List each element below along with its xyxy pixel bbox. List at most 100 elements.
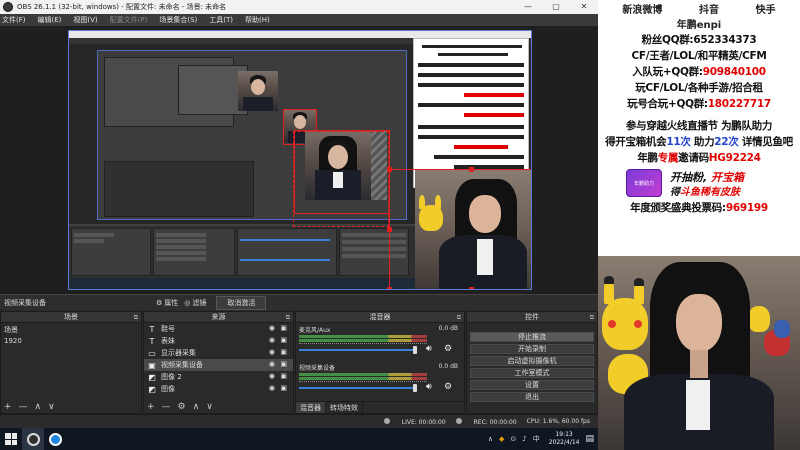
eye-icon[interactable]: ◉ [269,324,275,332]
nested-scenes-dock [71,228,151,276]
obs-taskbar-icon[interactable] [22,428,44,450]
lock-icon[interactable]: ▣ [280,324,287,332]
studio-mode-button[interactable]: 工作室模式 [470,368,594,378]
move-scene-down-button[interactable]: ∨ [48,401,55,413]
exit-button[interactable]: 退出 [470,392,594,402]
volume-slider-knob[interactable] [413,346,417,354]
settings-button[interactable]: 设置 [470,380,594,390]
source-item[interactable]: T 表妹 ◉ ▣ [144,335,293,347]
scenes-header: 场景 ⧉ [1,312,141,323]
nested-sources-dock [153,228,235,276]
minimize-button[interactable]: — [514,0,542,14]
platform-list: 新浪微博 抖音 快手 [598,0,800,16]
remove-source-button[interactable]: — [162,401,171,413]
selection-box[interactable] [389,169,531,289]
stop-streaming-button[interactable]: 停止推流 [470,332,594,342]
resize-handle-b[interactable] [469,287,474,289]
dock-options-icon[interactable]: ⧉ [286,312,290,323]
eye-icon[interactable]: ◉ [269,336,275,344]
ime-indicator[interactable]: 中 [533,434,540,444]
cpu-status: CPU: 1.6%, 60.00 fps [526,418,590,425]
tray-expand-icon[interactable]: ∧ [488,435,493,443]
scene-item[interactable]: 场景 [1,325,141,336]
source-item[interactable]: ◩ 图像 2 ◉ ▣ [144,371,293,383]
filters-button[interactable]: ◎ 滤镜 [184,298,206,308]
browser-taskbar-icon[interactable] [44,428,66,450]
move-source-up-button[interactable]: ∧ [193,401,200,413]
move-scene-up-button[interactable]: ∧ [35,401,42,413]
properties-button[interactable]: ⚙ 属性 [156,298,178,308]
menu-view[interactable]: 视图(V) [73,15,97,25]
gear-icon[interactable]: ⚙ [444,382,452,392]
taskbar-clock[interactable]: 19:13 2022/4/14 [549,431,580,447]
resize-handle-t[interactable] [469,167,474,172]
maximize-button[interactable]: ▢ [542,0,570,14]
notification-icon[interactable]: ▤ [585,434,594,444]
source-item[interactable]: ▣ 视频采集设备 ◉ ▣ [144,359,293,371]
source-item[interactable]: ▭ 显示器采集 ◉ ▣ [144,347,293,359]
volume-slider-knob[interactable] [413,384,417,392]
status-bar: LIVE: 00:00:00 REC: 00:00:00 CPU: 1.6%, … [0,414,598,428]
add-source-button[interactable]: + [147,401,155,413]
windows-logo-icon [5,433,17,445]
dock-options-icon[interactable]: ⧉ [590,312,594,323]
eye-icon[interactable]: ◉ [269,360,275,368]
resize-handle-l[interactable] [387,227,392,232]
tab-transitions[interactable]: 转场特效 [326,402,363,413]
controls-dock: 控件 ⧉ 停止推流 开始录制 启动虚拟摄像机 工作室模式 设置 退出 [466,311,598,414]
lock-icon[interactable]: ▣ [280,348,287,356]
volume-slider[interactable] [299,387,417,389]
source-label: 显示器采集 [161,349,196,357]
pair-line: 玩号合玩+QQ群:180227717 [627,98,771,110]
lock-icon[interactable]: ▣ [280,360,287,368]
obs-app-icon [3,2,13,12]
dock-options-icon[interactable]: ⧉ [457,312,461,323]
menu-scene-collection[interactable]: 场景集合(S) [159,15,197,25]
speaker-icon[interactable]: 🔊︎ [426,382,432,392]
source-properties-button[interactable]: ⚙ [178,401,186,413]
resize-handle-bl[interactable] [387,287,392,289]
lock-icon[interactable]: ▣ [280,336,287,344]
gear-icon[interactable]: ⚙ [444,344,452,354]
tray-volume-icon[interactable]: ♪ [522,435,526,443]
menu-edit[interactable]: 编辑(E) [38,15,62,25]
add-scene-button[interactable]: + [4,401,12,413]
close-button[interactable]: ✕ [570,0,598,14]
clock-date: 2022/4/14 [548,439,580,446]
clock-time: 19:13 [555,431,573,438]
start-button[interactable] [0,428,22,450]
remove-scene-button[interactable]: — [19,401,28,413]
speaker-icon[interactable]: 🔊︎ [426,344,432,354]
lock-icon[interactable]: ▣ [280,372,287,380]
preview-area [0,26,598,294]
volume-slider[interactable] [299,349,417,351]
invite-line: 年鹏专属邀请码HG92224 [637,152,761,164]
menu-profile[interactable]: 配置文件(P) [110,15,148,25]
menu-help[interactable]: 帮助(H) [245,15,270,25]
tray-network-icon[interactable]: ⊙ [510,435,516,443]
lock-icon[interactable]: ▣ [280,384,287,392]
dock-options-icon[interactable]: ⧉ [134,312,138,323]
eye-icon[interactable]: ◉ [269,372,275,380]
selected-source-name: 视频采集设备 [4,298,46,307]
volume-meter [299,339,427,342]
tab-mixer[interactable]: 混音器 [296,402,326,413]
eye-icon[interactable]: ◉ [269,384,275,392]
preview-canvas[interactable] [68,30,532,290]
start-virtual-camera-button[interactable]: 启动虚拟摄像机 [470,356,594,366]
volume-meter [299,377,427,380]
start-recording-button[interactable]: 开始录制 [470,344,594,354]
menu-tools[interactable]: 工具(T) [209,15,233,25]
filter-icon: ◎ [184,298,191,307]
sources-dock: 来源 ⧉ T 鞋号 ◉ ▣ T 表妹 ◉ ▣ ▭ 显示器采集 ◉ ▣ ▣ 视频采集设备 ◉ ▣ ◩ 图像 2 ◉ ▣ ◩ 图… [143,311,294,414]
obs-logo-icon [26,432,40,446]
source-item[interactable]: ◩ 图像 ◉ ▣ [144,383,293,395]
image-icon: ◩ [148,384,156,394]
scene-item[interactable]: 1920 [1,336,141,347]
menu-file[interactable]: 文件(F) [2,15,26,25]
tray-app-icon[interactable]: ◆ [499,435,504,443]
deactivate-button[interactable]: 取消激活 [216,295,267,310]
source-item[interactable]: T 鞋号 ◉ ▣ [144,323,293,335]
move-source-down-button[interactable]: ∨ [206,401,213,413]
eye-icon[interactable]: ◉ [269,348,275,356]
